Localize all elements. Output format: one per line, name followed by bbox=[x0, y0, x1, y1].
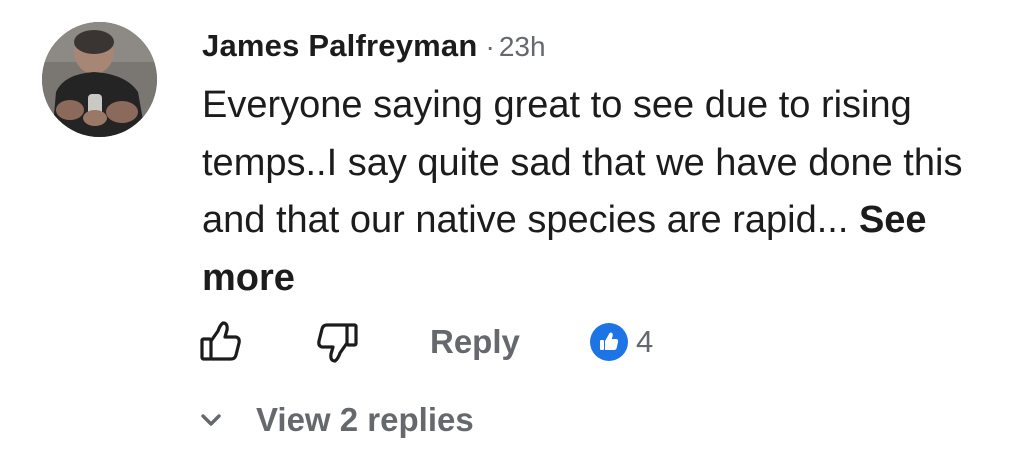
comment-body: James Palfreyman · 23h Everyone saying gre… bbox=[202, 24, 992, 307]
reaction-count: 4 bbox=[636, 324, 654, 359]
comment-text: Everyone saying great to see due to risi… bbox=[202, 77, 982, 307]
chevron-down-icon bbox=[200, 407, 226, 433]
timestamp[interactable]: 23h bbox=[499, 31, 546, 62]
meta-separator: · bbox=[485, 31, 495, 62]
thumbs-up-filled-icon bbox=[600, 332, 619, 350]
thumbs-down-outline-icon bbox=[317, 323, 358, 363]
view-replies-label: View 2 replies bbox=[256, 401, 474, 438]
reply-button[interactable]: Reply bbox=[430, 318, 520, 366]
like-button[interactable] bbox=[198, 318, 248, 366]
thumbs-up-outline-icon bbox=[200, 321, 241, 361]
avatar[interactable] bbox=[42, 22, 157, 137]
dislike-button[interactable] bbox=[314, 318, 364, 366]
view-replies-button[interactable]: View 2 replies bbox=[200, 398, 474, 442]
author-name[interactable]: James Palfreyman bbox=[202, 28, 477, 63]
comment: James Palfreyman · 23h Everyone saying gre… bbox=[0, 0, 1024, 463]
comment-meta: James Palfreyman · 23h bbox=[202, 24, 992, 68]
like-reaction-icon bbox=[590, 323, 628, 361]
reactions-summary[interactable]: 4 bbox=[590, 318, 653, 366]
comment-actions: Reply 4 bbox=[198, 318, 818, 366]
comment-text-content: Everyone saying great to see due to risi… bbox=[202, 84, 963, 241]
avatar-photo-icon bbox=[42, 22, 157, 137]
